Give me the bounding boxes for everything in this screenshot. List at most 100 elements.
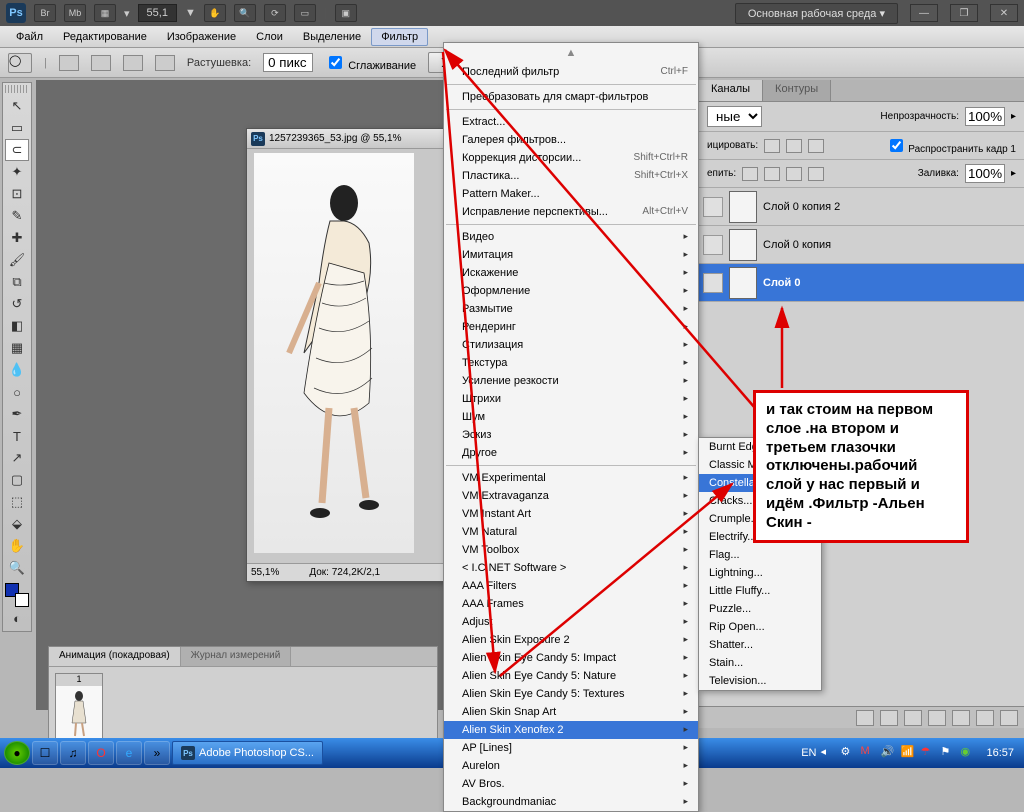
submenuitem-television[interactable]: Television... bbox=[699, 672, 821, 690]
tab-channels[interactable]: Каналы bbox=[699, 80, 763, 101]
folder-icon[interactable] bbox=[952, 710, 970, 726]
dodge-tool[interactable]: ○ bbox=[5, 381, 29, 403]
layer-name[interactable]: Слой 0 копия bbox=[763, 239, 831, 251]
menu-scroll-up-icon[interactable]: ▲ bbox=[444, 43, 698, 63]
crop-tool[interactable]: ⊡ bbox=[5, 183, 29, 205]
document-titlebar[interactable]: Ps 1257239365_53.jpg @ 55,1% bbox=[247, 129, 455, 149]
eyedropper-tool[interactable]: ✎ bbox=[5, 205, 29, 227]
menuitem-vm-extravaganza[interactable]: VM Extravaganza bbox=[444, 487, 698, 505]
unify-style-icon[interactable] bbox=[808, 139, 824, 153]
menuitem-xenofex[interactable]: Alien Skin Xenofex 2 bbox=[444, 721, 698, 739]
mb-button[interactable]: Mb bbox=[64, 4, 86, 22]
menu-image[interactable]: Изображение bbox=[157, 28, 246, 46]
blur-tool[interactable]: 💧 bbox=[5, 359, 29, 381]
brush-tool[interactable]: 🖌 bbox=[5, 249, 29, 271]
menuitem-vanishing-point[interactable]: Исправление перспективы...Alt+Ctrl+V bbox=[444, 203, 698, 221]
menuitem-extract[interactable]: Extract... bbox=[444, 113, 698, 131]
menuitem-alien-skin-exposure[interactable]: Alien Skin Exposure 2 bbox=[444, 631, 698, 649]
menuitem-av-bros[interactable]: AV Bros. bbox=[444, 775, 698, 793]
submenuitem-rip-open[interactable]: Rip Open... bbox=[699, 618, 821, 636]
language-indicator[interactable]: EN bbox=[801, 747, 816, 759]
menuitem-icnet[interactable]: < I.C.NET Software > bbox=[444, 559, 698, 577]
doc-zoom[interactable]: 55,1% bbox=[251, 567, 279, 578]
menuitem-smart-filters[interactable]: Преобразовать для смарт-фильтров bbox=[444, 88, 698, 106]
menuitem-artistic[interactable]: Имитация bbox=[444, 246, 698, 264]
menuitem-sharpen[interactable]: Усиление резкости bbox=[444, 372, 698, 390]
unify-pos-icon[interactable] bbox=[764, 139, 780, 153]
menuitem-stylize[interactable]: Стилизация bbox=[444, 336, 698, 354]
stamp-tool[interactable]: ⧉ bbox=[5, 271, 29, 293]
propagate-checkbox[interactable]: Распространить кадр 1 bbox=[886, 136, 1017, 155]
menu-file[interactable]: Файл bbox=[6, 28, 53, 46]
new-selection-icon[interactable] bbox=[59, 55, 79, 71]
menuitem-ap-lines[interactable]: AP [Lines] bbox=[444, 739, 698, 757]
toolbox-grip[interactable] bbox=[5, 85, 29, 93]
background-color[interactable] bbox=[15, 593, 29, 607]
quicklaunch-icon[interactable]: e bbox=[116, 741, 142, 765]
trash-icon[interactable] bbox=[1000, 710, 1018, 726]
menuitem-lens-correction[interactable]: Коррекция дисторсии...Shift+Ctrl+R bbox=[444, 149, 698, 167]
menuitem-pixelate[interactable]: Оформление bbox=[444, 282, 698, 300]
menu-edit[interactable]: Редактирование bbox=[53, 28, 157, 46]
tray-icon[interactable]: ☂ bbox=[920, 745, 936, 761]
mask-icon[interactable] bbox=[904, 710, 922, 726]
tray-icon[interactable]: 📶 bbox=[900, 745, 916, 761]
3d-tool[interactable]: ⬚ bbox=[5, 491, 29, 513]
menuitem-liquify[interactable]: Пластика...Shift+Ctrl+X bbox=[444, 167, 698, 185]
eraser-tool[interactable]: ◧ bbox=[5, 315, 29, 337]
menu-filter[interactable]: Фильтр bbox=[371, 28, 428, 46]
menu-layer[interactable]: Слои bbox=[246, 28, 293, 46]
unify-vis-icon[interactable] bbox=[786, 139, 802, 153]
adjustment-icon[interactable] bbox=[928, 710, 946, 726]
tray-icon[interactable]: ◉ bbox=[960, 745, 976, 761]
clock[interactable]: 16:57 bbox=[980, 747, 1020, 759]
layer-row[interactable]: Слой 0 копия 2 bbox=[699, 188, 1024, 226]
menuitem-pattern-maker[interactable]: Pattern Maker... bbox=[444, 185, 698, 203]
menuitem-aaa-filters[interactable]: AAA Filters bbox=[444, 577, 698, 595]
menuitem-brush-strokes[interactable]: Штрихи bbox=[444, 390, 698, 408]
wand-tool[interactable]: ✦ bbox=[5, 161, 29, 183]
quickmask-icon[interactable]: ◐ bbox=[5, 607, 29, 629]
lock-trans-icon[interactable] bbox=[742, 167, 758, 181]
pen-tool[interactable]: ✒ bbox=[5, 403, 29, 425]
gradient-tool[interactable]: ▦ bbox=[5, 337, 29, 359]
hand-icon[interactable]: ✋ bbox=[204, 4, 226, 22]
tray-icon[interactable]: 🔊 bbox=[880, 745, 896, 761]
fill-arrow-icon[interactable]: ▸ bbox=[1011, 168, 1016, 179]
link-icon[interactable] bbox=[856, 710, 874, 726]
tray-icon[interactable]: ⚙ bbox=[840, 745, 856, 761]
menuitem-noise[interactable]: Шум bbox=[444, 408, 698, 426]
menuitem-last-filter[interactable]: Последний фильтрCtrl+F bbox=[444, 63, 698, 81]
menuitem-snap-art[interactable]: Alien Skin Snap Art bbox=[444, 703, 698, 721]
tab-measurements[interactable]: Журнал измерений bbox=[181, 647, 292, 666]
submenuitem-puzzle[interactable]: Puzzle... bbox=[699, 600, 821, 618]
layer-row[interactable]: Слой 0 копия bbox=[699, 226, 1024, 264]
lock-pos-icon[interactable] bbox=[786, 167, 802, 181]
taskbar-app-photoshop[interactable]: PsAdobe Photoshop CS... bbox=[172, 741, 323, 765]
3d-cam-tool[interactable]: ⬙ bbox=[5, 513, 29, 535]
blend-mode-select[interactable]: ные bbox=[707, 106, 762, 127]
screen-icon[interactable]: ▣ bbox=[335, 4, 357, 22]
antialias-checkbox[interactable]: Сглаживание bbox=[325, 53, 416, 72]
start-button[interactable]: ● bbox=[4, 741, 30, 765]
menuitem-vm-instant-art[interactable]: VM Instant Art bbox=[444, 505, 698, 523]
opacity-input[interactable] bbox=[965, 107, 1005, 126]
heal-tool[interactable]: ✚ bbox=[5, 227, 29, 249]
visibility-toggle[interactable] bbox=[703, 273, 723, 293]
feather-input[interactable] bbox=[263, 53, 313, 72]
fx-icon[interactable] bbox=[880, 710, 898, 726]
visibility-toggle[interactable] bbox=[703, 235, 723, 255]
int-selection-icon[interactable] bbox=[155, 55, 175, 71]
menu-select[interactable]: Выделение bbox=[293, 28, 371, 46]
menuitem-aaa-frames[interactable]: AAA Frames bbox=[444, 595, 698, 613]
document-canvas[interactable] bbox=[254, 153, 414, 553]
menuitem-backgroundmaniac[interactable]: Backgroundmaniac bbox=[444, 793, 698, 811]
submenuitem-little-fluffy[interactable]: Little Fluffy... bbox=[699, 582, 821, 600]
move-tool[interactable]: ↖ bbox=[5, 95, 29, 117]
color-swatches[interactable] bbox=[5, 583, 29, 607]
close-button[interactable]: ✕ bbox=[990, 4, 1018, 22]
layer-name[interactable]: Слой 0 bbox=[763, 277, 800, 289]
zoom-level[interactable]: 55,1 bbox=[138, 4, 177, 22]
path-tool[interactable]: ↗ bbox=[5, 447, 29, 469]
rotate-icon[interactable]: ⟳ bbox=[264, 4, 286, 22]
